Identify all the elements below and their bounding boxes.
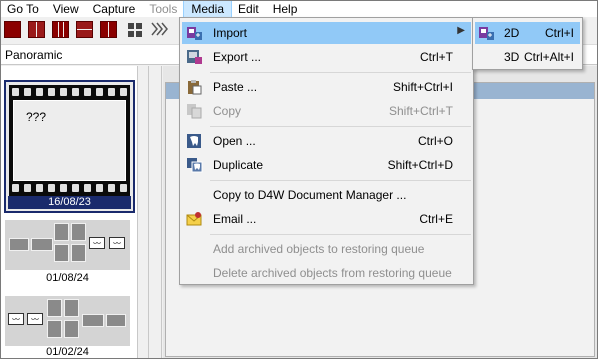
panoramic-label[interactable]: Panoramic [5, 48, 62, 62]
thumbnail-selected[interactable]: ??? 16/08/23 [4, 80, 135, 213]
copy-icon [186, 103, 203, 119]
tooth-chart-icon: ᴗᴗ [89, 237, 105, 249]
export-icon [186, 49, 203, 65]
email-icon [186, 211, 203, 227]
menu-capture[interactable]: Capture [86, 1, 143, 17]
layout-stack-button[interactable] [76, 21, 93, 38]
grid-view-icon[interactable] [127, 21, 144, 38]
menu-go-to[interactable]: Go To [1, 1, 46, 17]
media-menu-dropdown: Import ▶ Export ... Ctrl+T Paste ... Shi… [179, 17, 474, 285]
menu-item-copy-to-d4w[interactable]: Copy to D4W Document Manager ... [182, 184, 471, 206]
menu-separator [210, 180, 471, 181]
open-tooth-icon [186, 133, 203, 149]
thumbnail-placeholder-text: ??? [26, 110, 47, 124]
menu-item-duplicate[interactable]: Duplicate Shift+Ctrl+D [182, 154, 471, 176]
menu-separator [210, 126, 471, 127]
menu-tools[interactable]: Tools [142, 1, 184, 17]
thumbnail-date: 16/08/23 [8, 196, 131, 209]
menu-item-add-archived[interactable]: Add archived objects to restoring queue [182, 238, 471, 260]
menu-view[interactable]: View [46, 1, 86, 17]
submenu-item-import-2d[interactable]: 2D Ctrl+I [475, 22, 580, 44]
menu-separator [210, 72, 471, 73]
layout-wide-button[interactable] [100, 21, 117, 38]
pattern-view-icon[interactable] [151, 21, 168, 38]
thumbnail-xray-set[interactable]: ᴗᴗ ᴗᴗ [5, 296, 130, 346]
menu-help[interactable]: Help [266, 1, 305, 17]
menu-item-export[interactable]: Export ... Ctrl+T [182, 46, 471, 68]
submenu-item-import-3d[interactable]: 3D Ctrl+Alt+I [475, 46, 580, 68]
paste-icon [186, 79, 203, 95]
menu-item-delete-archived[interactable]: Delete archived objects from restoring q… [182, 262, 471, 284]
film-frame-icon: ??? [9, 85, 130, 196]
menu-item-import[interactable]: Import ▶ [182, 22, 471, 44]
layout-columns-button[interactable] [52, 21, 69, 38]
layout-split-button[interactable] [28, 21, 45, 38]
menu-edit[interactable]: Edit [231, 1, 266, 17]
import-2d-icon [478, 25, 495, 41]
menu-bar: Go To View Capture Tools Media Edit Help [1, 0, 597, 18]
tooth-chart-icon: ᴗᴗ [27, 313, 43, 325]
thumbnail-date: 01/02/24 [46, 346, 89, 358]
menu-item-open[interactable]: Open ... Ctrl+O [182, 130, 471, 152]
menu-media[interactable]: Media [183, 0, 233, 18]
pane-splitter[interactable] [137, 66, 149, 358]
layout-single-button[interactable] [4, 21, 21, 38]
menu-item-copy[interactable]: Copy Shift+Ctrl+T [182, 100, 471, 122]
import-submenu: 2D Ctrl+I 3D Ctrl+Alt+I [472, 17, 583, 70]
thumbnail-date: 01/08/24 [46, 272, 89, 284]
import-icon [186, 25, 203, 41]
tooth-chart-icon: ᴗᴗ [109, 237, 125, 249]
thumbnail-xray-set[interactable]: ᴗᴗ ᴗᴗ [5, 220, 130, 270]
menu-item-paste[interactable]: Paste ... Shift+Ctrl+I [182, 76, 471, 98]
menu-separator [210, 234, 471, 235]
duplicate-icon [186, 157, 203, 173]
submenu-arrow-icon: ▶ [457, 25, 465, 36]
menu-item-email[interactable]: Email ... Ctrl+E [182, 208, 471, 230]
pane-splitter-secondary[interactable] [152, 66, 162, 358]
tooth-chart-icon: ᴗᴗ [8, 313, 24, 325]
